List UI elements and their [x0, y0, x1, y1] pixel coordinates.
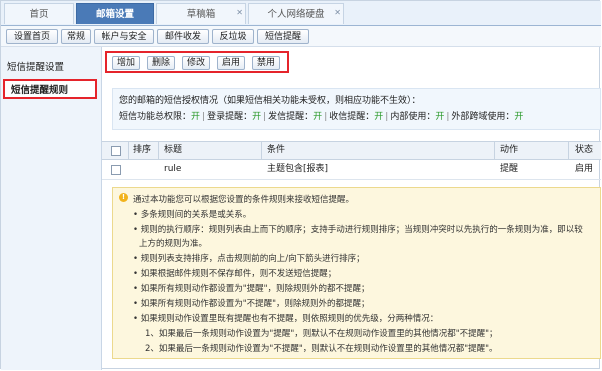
info-line: • 规则的执行顺序：规则列表由上而下的顺序；支持手动进行规则排序；当规则冲突时以… [133, 225, 583, 235]
auth-label: 短信功能总权限： [119, 112, 192, 122]
rule-action-toolbar: 增加 删除 修改 启用 禁用 [105, 51, 289, 73]
close-icon[interactable]: ✕ [236, 2, 243, 23]
tab-mailbox-settings[interactable]: 邮箱设置 [76, 3, 154, 24]
close-icon[interactable]: ✕ [334, 2, 341, 23]
add-button[interactable]: 增加 [112, 56, 140, 70]
settings-toolbar: 设置首页 常规 帐户与安全 邮件收发 反垃圾 短信提醒 [1, 26, 601, 47]
auth-value: 开 [374, 112, 384, 122]
select-all-checkbox[interactable] [111, 146, 121, 156]
info-line: 通过本功能您可以根据您设置的条件规则来接收短信提醒。 [133, 195, 355, 205]
tab-label: 首页 [29, 9, 49, 20]
row-checkbox[interactable] [111, 165, 121, 175]
table-row[interactable]: rule 主题包含[报表] 提醒 启用 [102, 159, 601, 180]
cell-title: rule [164, 164, 182, 174]
auth-value: 开 [313, 112, 323, 122]
auth-value: 开 [435, 112, 445, 122]
sms-reminder-button[interactable]: 短信提醒 [257, 29, 309, 44]
general-button[interactable]: 常规 [61, 29, 91, 44]
auth-value: 开 [191, 112, 201, 122]
disable-button[interactable]: 禁用 [252, 56, 280, 70]
anti-spam-button[interactable]: 反垃圾 [212, 29, 254, 44]
header-action: 动作 [500, 145, 519, 155]
info-line: 1、如果最后一条规则动作设置为"提醒"，则默认不在规则动作设置里的其他情况都"不… [145, 329, 498, 339]
auth-label: 内部使用： [390, 112, 436, 122]
info-line: • 如果所有规则动作都设置为"提醒"，则除规则外的都不提醒； [133, 284, 370, 294]
tab-network-disk[interactable]: 个人网络硬盘 ✕ [248, 3, 344, 24]
cell-condition: 主题包含[报表] [267, 164, 329, 174]
cell-status: 启用 [575, 164, 594, 174]
info-line: • 如果所有规则动作都设置为"不提醒"，则除规则外的都提醒； [133, 299, 370, 309]
info-line: • 多条规则间的关系是或关系。 [133, 210, 252, 220]
auth-value: 开 [514, 112, 524, 122]
info-line: 2、如果最后一条规则动作设置为"不提醒"，则默认不在规则动作设置里的其他情况都"… [145, 344, 498, 354]
tab-home[interactable]: 首页 [4, 3, 74, 24]
tab-label: 草稿箱 [186, 9, 216, 20]
authorization-status-line: 短信功能总权限：开 | 登录提醒：开 | 发信提醒：开 | 收信提醒：开 | 内部使用：开 | 外部… [119, 112, 524, 122]
auth-label: 登录提醒： [207, 112, 253, 122]
header-title: 标题 [164, 145, 183, 155]
mail-send-receive-button[interactable]: 邮件收发 [157, 29, 209, 44]
tab-drafts[interactable]: 草稿箱 ✕ [156, 3, 246, 24]
info-line: • 如果规则动作设置里既有提醒也有不提醒，则依照规则的优先级，分两种情况： [133, 314, 439, 324]
enable-button[interactable]: 启用 [217, 56, 245, 70]
main-content: 增加 删除 修改 启用 禁用 您的邮箱的短信授权情况（如果短信相关功能未受权，则… [102, 47, 601, 370]
auth-label: 外部跨域使用： [451, 112, 515, 122]
authorization-description: 您的邮箱的短信授权情况（如果短信相关功能未受权，则相应功能不生效）： [119, 96, 421, 106]
info-line: 上方的规则为准。 [139, 239, 208, 249]
settings-home-button[interactable]: 设置首页 [6, 29, 58, 44]
warning-icon: ! [119, 193, 128, 202]
tab-bar: 首页 邮箱设置 草稿箱 ✕ 个人网络硬盘 ✕ [1, 1, 601, 26]
help-info-box: ! 通过本功能您可以根据您设置的条件规则来接收短信提醒。 • 多条规则间的关系是… [112, 187, 601, 359]
sms-authorization-panel: 您的邮箱的短信授权情况（如果短信相关功能未受权，则相应功能不生效）： 短信功能总… [112, 88, 601, 130]
app-frame: 首页 邮箱设置 草稿箱 ✕ 个人网络硬盘 ✕ 设置首页 常规 帐户与安全 邮件收发 … [0, 0, 601, 370]
tab-label: 个人网络硬盘 [267, 9, 325, 20]
sidebar-item-sms-settings[interactable]: 短信提醒设置 [7, 59, 64, 73]
header-condition: 条件 [267, 145, 286, 155]
edit-button[interactable]: 修改 [182, 56, 210, 70]
auth-value: 开 [252, 112, 262, 122]
header-status: 状态 [575, 145, 594, 155]
delete-button[interactable]: 删除 [147, 56, 175, 70]
sidebar: 短信提醒设置 短信提醒规则 [1, 47, 102, 370]
auth-label: 收信提醒： [329, 112, 375, 122]
header-order: 排序 [133, 145, 152, 155]
info-line: • 规则列表支持排序，点击规则前的向上/向下箭头进行排序； [133, 254, 365, 264]
info-line: • 如果根据邮件规则不保存邮件，则不发送短信提醒； [133, 269, 337, 279]
table-header: 排序 标题 条件 动作 状态 [102, 141, 601, 160]
cell-action: 提醒 [500, 164, 519, 174]
sidebar-item-sms-rules[interactable]: 短信提醒规则 [3, 79, 97, 99]
account-security-button[interactable]: 帐户与安全 [94, 29, 154, 44]
tab-label: 邮箱设置 [95, 9, 134, 20]
auth-label: 发信提醒： [268, 112, 314, 122]
